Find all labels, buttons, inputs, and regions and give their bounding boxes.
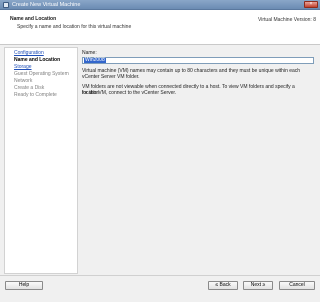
- create-vm-wizard-window: Create New Virtual Machine × Name and Lo…: [0, 0, 320, 302]
- vm-name-input[interactable]: Win2008: [82, 57, 314, 64]
- page-title: Name and Location: [10, 16, 57, 22]
- wizard-header: Name and Location Specify a name and loc…: [0, 10, 320, 45]
- nav-step-network: Network: [14, 78, 33, 84]
- help-button[interactable]: Help: [5, 281, 43, 290]
- footer-divider: [0, 275, 320, 276]
- name-rules-line-2: vCenter Server VM folder.: [82, 74, 140, 80]
- window-title: Create New Virtual Machine: [12, 2, 81, 8]
- wizard-content: Name: Win2008 Virtual machine (VM) names…: [79, 47, 317, 274]
- nav-step-guest-os: Guest Operating System: [14, 71, 69, 77]
- vm-app-icon: [3, 2, 9, 8]
- nav-step-ready-to-complete: Ready to Complete: [14, 92, 57, 98]
- nav-step-create-disk: Create a Disk: [14, 85, 45, 91]
- next-button[interactable]: Next ≥: [243, 281, 273, 290]
- name-label: Name:: [82, 50, 97, 56]
- page-subtitle: Specify a name and location for this vir…: [17, 24, 132, 30]
- close-button[interactable]: ×: [304, 1, 318, 8]
- title-bar[interactable]: Create New Virtual Machine ×: [0, 0, 320, 10]
- back-button[interactable]: ≤ Back: [208, 281, 238, 290]
- nav-step-name-and-location: Name and Location: [14, 57, 61, 63]
- cancel-button[interactable]: Cancel: [279, 281, 315, 290]
- nav-step-configuration[interactable]: Configuration: [14, 50, 44, 56]
- vm-name-value[interactable]: Win2008: [84, 58, 106, 63]
- vm-version-label: Virtual Machine Version: 8: [258, 17, 316, 23]
- folder-info-line-2: for this VM, connect to the vCenter Serv…: [82, 90, 177, 96]
- nav-step-storage[interactable]: Storage: [14, 64, 32, 70]
- wizard-steps-nav: Configuration Name and Location Storage …: [4, 47, 78, 274]
